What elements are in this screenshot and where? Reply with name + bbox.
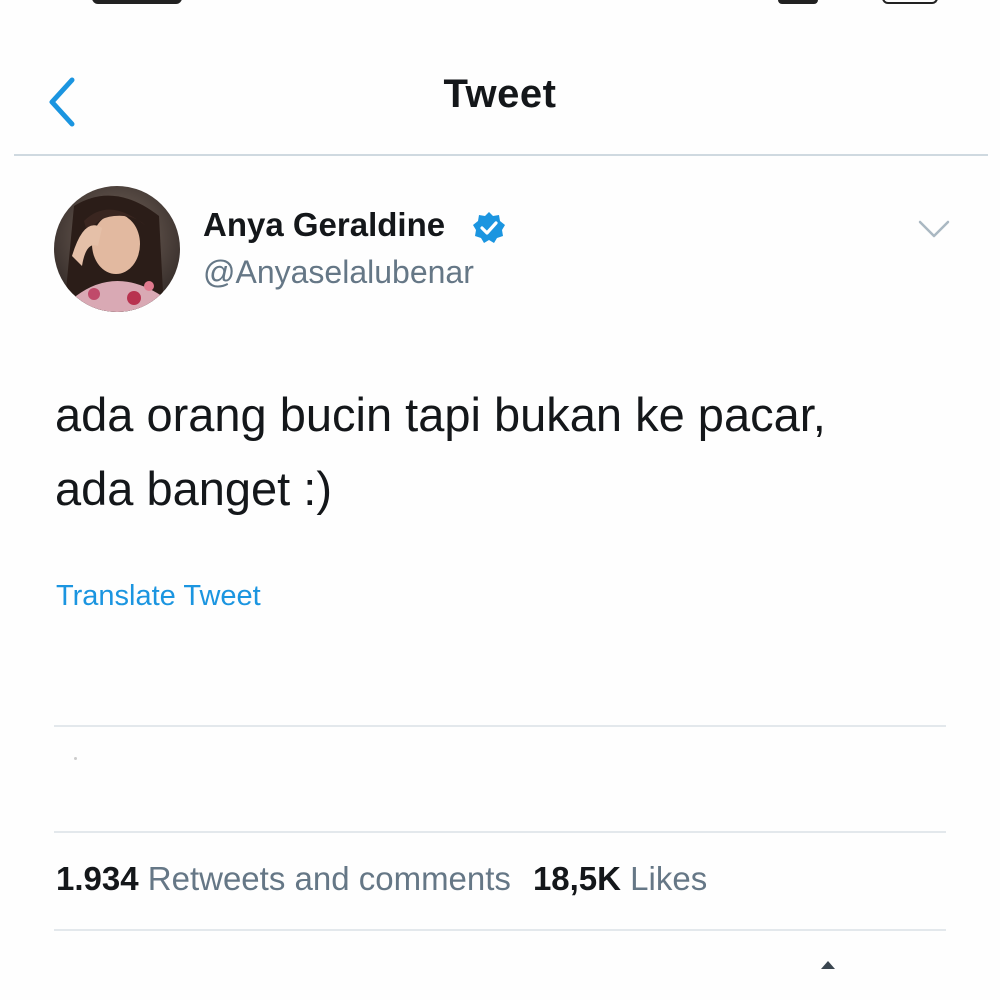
- retweets-stat[interactable]: 1.934 Retweets and comments: [56, 860, 511, 897]
- tweet-text-line-1: ada orang bucin tapi bukan ke pacar,: [55, 388, 826, 441]
- timestamp-placeholder: [74, 757, 77, 760]
- retweets-count: 1.934: [56, 860, 139, 897]
- author-handle[interactable]: @Anyaselalubenar: [203, 254, 474, 291]
- header-divider: [14, 154, 988, 156]
- tweet-detail-screen: Tweet Anya Geraldine @Anyaselalubenar ad…: [0, 0, 1000, 1000]
- top-nav-bar: Tweet: [0, 0, 1000, 156]
- chevron-down-icon: [918, 220, 950, 238]
- profile-photo: [54, 186, 180, 312]
- tweet-stats: 1.934 Retweets and comments 18,5K Likes: [56, 860, 707, 898]
- verified-badge-icon: [473, 212, 505, 243]
- likes-label: Likes: [630, 860, 708, 897]
- tweet-options-button[interactable]: [912, 212, 956, 242]
- page-title: Tweet: [443, 72, 557, 116]
- likes-stat[interactable]: 18,5K Likes: [533, 860, 707, 897]
- divider: [54, 929, 946, 931]
- likes-count: 18,5K: [532, 860, 621, 897]
- divider: [54, 725, 946, 727]
- tweet-text-line-2: ada banget :): [55, 462, 332, 515]
- avatar[interactable]: [54, 186, 180, 312]
- tweet-text: ada orang bucin tapi bukan ke pacar, ada…: [55, 378, 955, 526]
- translate-tweet-link[interactable]: Translate Tweet: [56, 580, 261, 613]
- divider: [54, 831, 946, 833]
- retweets-label: Retweets and comments: [147, 860, 511, 897]
- author-name[interactable]: Anya Geraldine: [203, 206, 445, 244]
- caret-up-icon: [821, 961, 835, 969]
